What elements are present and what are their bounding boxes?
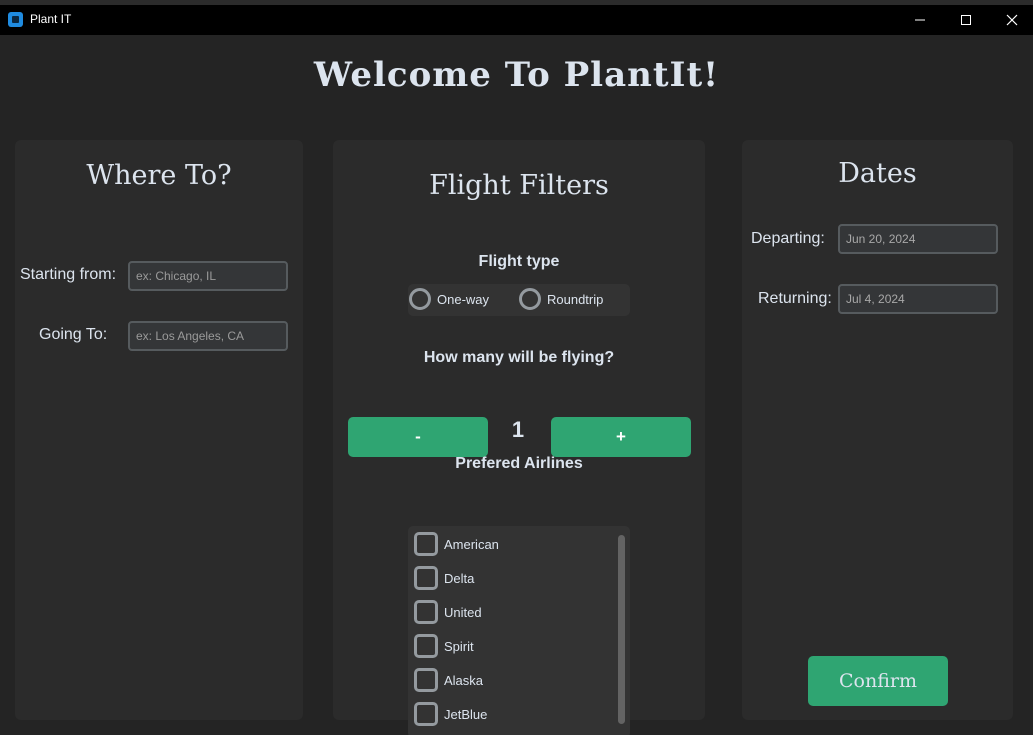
airlines-list[interactable]: American Delta United Spirit Alaska JetB… bbox=[408, 526, 630, 735]
returning-date-field[interactable]: Jul 4, 2024 bbox=[838, 284, 998, 314]
checkbox-box bbox=[414, 600, 438, 624]
checkbox-box bbox=[414, 702, 438, 726]
maximize-button[interactable] bbox=[943, 5, 989, 35]
decrement-button[interactable]: - bbox=[348, 417, 488, 457]
app-icon bbox=[8, 12, 23, 27]
airlines-scrollbar[interactable] bbox=[618, 535, 625, 724]
checkbox-label: Spirit bbox=[444, 638, 474, 654]
departing-date-field[interactable]: Jun 20, 2024 bbox=[838, 224, 998, 254]
starting-from-input[interactable]: ex: Chicago, IL bbox=[128, 261, 288, 291]
app-window: Welcome To PlantIt! Where To? Starting f… bbox=[0, 35, 1033, 735]
flight-filters-panel: Flight Filters Flight type One-way Round… bbox=[333, 140, 705, 735]
checkbox-box bbox=[414, 634, 438, 658]
dates-panel: Dates Departing: Jun 20, 2024 Returning:… bbox=[742, 140, 1013, 720]
checkbox-label: Delta bbox=[444, 570, 475, 586]
departing-label: Departing: bbox=[751, 230, 825, 247]
radio-circle bbox=[519, 288, 541, 310]
title-bar[interactable]: Plant IT bbox=[0, 5, 1033, 35]
checkbox-alaska[interactable]: Alaska bbox=[414, 668, 483, 692]
checkbox-label: JetBlue bbox=[444, 706, 488, 722]
dates-title: Dates bbox=[838, 158, 917, 189]
checkbox-box bbox=[414, 566, 438, 590]
airlines-label: Prefered Airlines bbox=[455, 455, 583, 472]
checkbox-united[interactable]: United bbox=[414, 600, 482, 624]
radio-one-way[interactable]: One-way bbox=[409, 288, 489, 310]
confirm-button[interactable]: Confirm bbox=[808, 656, 948, 706]
going-to-label: Going To: bbox=[39, 326, 108, 343]
close-button[interactable] bbox=[989, 5, 1033, 35]
checkbox-label: United bbox=[444, 604, 482, 620]
checkbox-label: American bbox=[444, 536, 499, 552]
where-to-panel: Where To? Starting from: ex: Chicago, IL… bbox=[15, 140, 303, 720]
minimize-icon bbox=[915, 19, 925, 21]
checkbox-american[interactable]: American bbox=[414, 532, 499, 556]
radio-circle bbox=[409, 288, 431, 310]
radio-roundtrip[interactable]: Roundtrip bbox=[519, 288, 603, 310]
checkbox-delta[interactable]: Delta bbox=[414, 566, 474, 590]
increment-button[interactable]: + bbox=[551, 417, 691, 457]
passenger-count: 1 bbox=[511, 417, 525, 442]
radio-label: Roundtrip bbox=[547, 291, 604, 307]
checkbox-box bbox=[414, 532, 438, 556]
starting-from-label: Starting from: bbox=[20, 266, 117, 283]
minimize-button[interactable] bbox=[897, 5, 943, 35]
passengers-label: How many will be flying? bbox=[423, 349, 615, 366]
maximize-icon bbox=[961, 15, 971, 25]
window-title: Plant IT bbox=[30, 12, 72, 26]
checkbox-label: Alaska bbox=[444, 672, 484, 688]
returning-label: Returning: bbox=[758, 290, 832, 307]
flight-type-label: Flight type bbox=[478, 253, 560, 270]
checkbox-jetblue[interactable]: JetBlue bbox=[414, 702, 487, 726]
flight-filters-title: Flight Filters bbox=[429, 170, 609, 201]
where-to-title: Where To? bbox=[86, 160, 232, 191]
page-title: Welcome To PlantIt! bbox=[313, 55, 720, 95]
close-icon bbox=[1006, 14, 1018, 26]
radio-label: One-way bbox=[437, 291, 490, 307]
checkbox-box bbox=[414, 668, 438, 692]
flight-type-group: One-way Roundtrip bbox=[408, 284, 630, 316]
checkbox-spirit[interactable]: Spirit bbox=[414, 634, 474, 658]
going-to-input[interactable]: ex: Los Angeles, CA bbox=[128, 321, 288, 351]
